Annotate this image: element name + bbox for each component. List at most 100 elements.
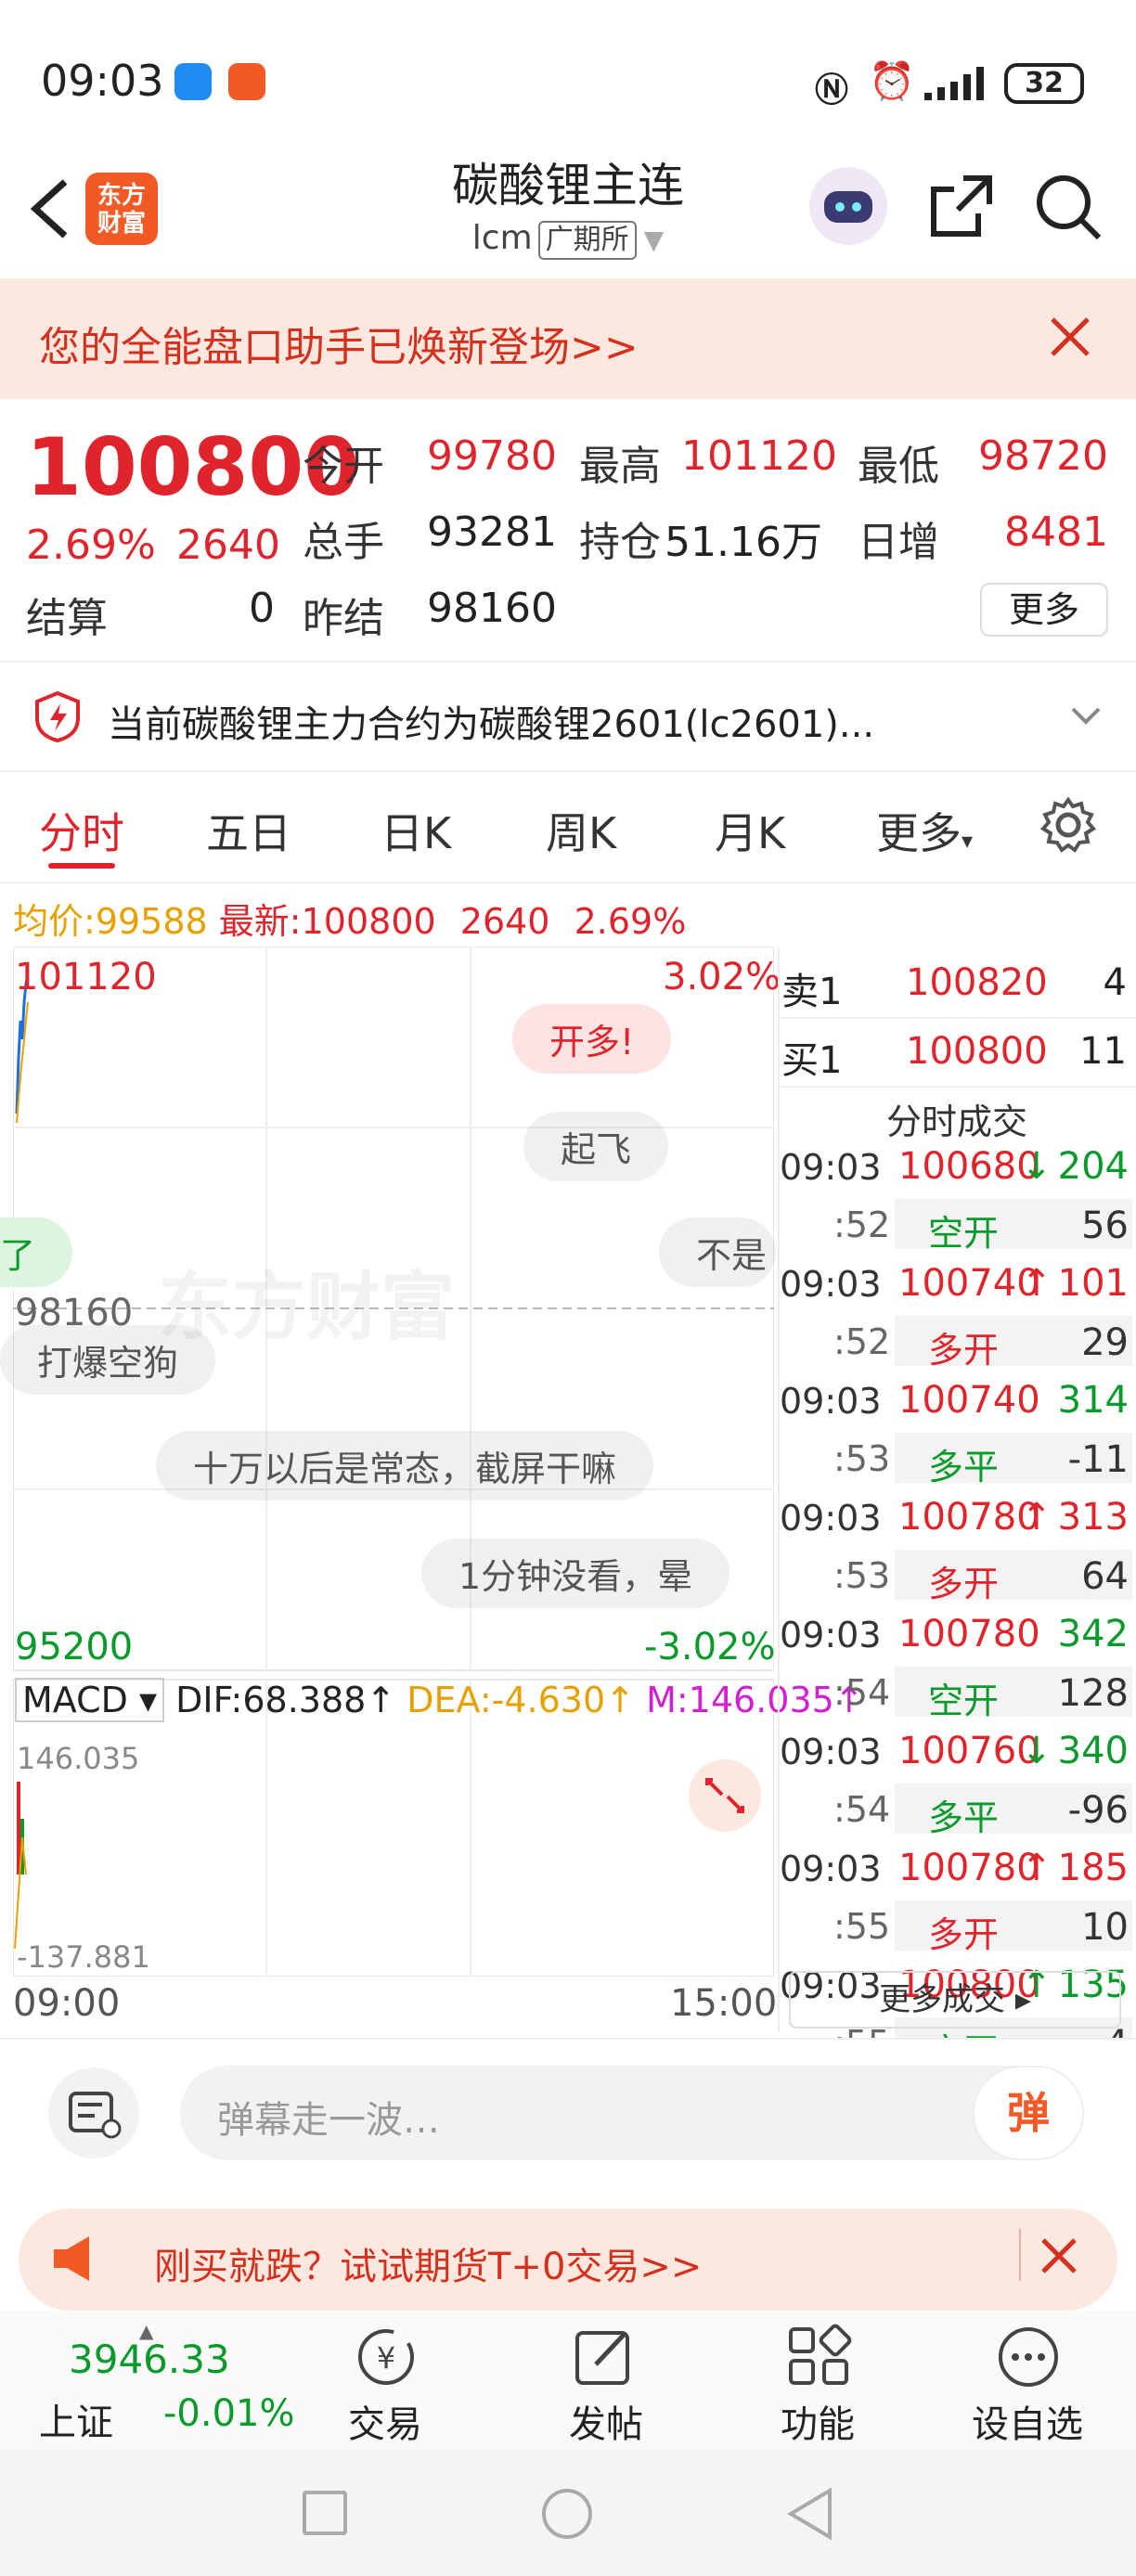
trade-time: 09:03 xyxy=(780,1381,882,1422)
oi-value: 51.16万 xyxy=(665,519,822,566)
macd-selector[interactable]: MACD ▾ xyxy=(15,1678,165,1722)
share-button[interactable] xyxy=(926,171,997,245)
recent-apps-icon[interactable] xyxy=(303,2491,347,2535)
danmaku-input[interactable]: 弹幕走一波… 弹 xyxy=(180,2066,1084,2160)
trade-type: 多平 xyxy=(928,1447,1000,1488)
divider xyxy=(1019,2229,1021,2281)
low-value: 98720 xyxy=(978,432,1108,480)
post-nav-icon[interactable] xyxy=(572,2324,639,2392)
close-icon xyxy=(1051,317,1090,356)
latest-value: 100800 xyxy=(301,901,436,942)
trade-seconds: :53 xyxy=(833,1438,891,1479)
exchange-badge: 广期所 xyxy=(537,221,637,260)
signal-icon xyxy=(923,65,993,106)
trade-time: 09:03 xyxy=(780,1615,882,1655)
y-axis-bottom-pct: -3.02% xyxy=(644,1626,776,1668)
trade-type: 多平 xyxy=(928,1797,1000,1838)
status-time: 09:03 xyxy=(41,56,164,106)
trade-volume: 314 xyxy=(1057,1379,1129,1422)
danmaku-toggle-button[interactable] xyxy=(48,2067,139,2158)
macd-legend[interactable]: MACD ▾ DIF:68.388↑ DEA:-4.630↑ M:146.035… xyxy=(15,1678,864,1722)
more-quote-button[interactable]: 更多 xyxy=(980,583,1108,637)
oi-label: 持仓 xyxy=(579,519,661,566)
danmaku-bubble: 不是 xyxy=(659,1217,777,1287)
index-value[interactable]: 3946.33 xyxy=(69,2337,230,2382)
latest-pct: 2.69% xyxy=(574,901,687,942)
trades-title: 分时成交 xyxy=(885,1101,1027,1142)
home-icon[interactable] xyxy=(542,2489,592,2539)
settle-label: 结算 xyxy=(26,595,108,642)
ad-close-button[interactable] xyxy=(1039,2236,1078,2279)
dropdown-icon: ▼ xyxy=(643,225,665,255)
main-contract-notice[interactable]: 当前碳酸锂主力合约为碳酸锂2601(lc2601)... xyxy=(108,694,874,748)
settings-button[interactable] xyxy=(1039,796,1097,857)
trade-time: 09:03 xyxy=(780,1732,882,1772)
trade-seconds: :55 xyxy=(833,1906,891,1947)
trade-seconds: :53 xyxy=(833,1555,891,1596)
daily-inc-label: 日增 xyxy=(858,519,939,566)
battery-indicator: 32 xyxy=(1004,63,1084,104)
trade-price: 100740 xyxy=(898,1262,1040,1305)
ask-price: 100820 xyxy=(906,961,1048,1004)
trade-volume: 204 xyxy=(1057,1145,1129,1188)
nfc-icon: Ⓝ xyxy=(815,71,849,109)
volume-value: 93281 xyxy=(427,509,557,556)
chevron-down-icon[interactable] xyxy=(1069,702,1103,733)
more-trades-button[interactable]: 更多成交 ▸ xyxy=(789,1971,1121,2029)
macd-bottom: -137.881 xyxy=(17,1939,150,1975)
tab-monthly-k[interactable]: 月K xyxy=(715,800,785,861)
nav-add-watchlist[interactable]: 设自选 xyxy=(958,2394,1097,2448)
nav-post[interactable]: 发帖 xyxy=(536,2394,676,2448)
send-app-icon xyxy=(228,63,265,100)
ask-volume: 4 xyxy=(1103,961,1127,1004)
macd-dea: DEA:-4.630 xyxy=(407,1680,606,1720)
trade-volume: 185 xyxy=(1057,1847,1129,1889)
bid-label: 买1 xyxy=(781,1039,843,1082)
share-icon xyxy=(931,175,992,237)
up-arrow-icon: ↑ xyxy=(605,1680,635,1720)
divider xyxy=(778,1017,1136,1019)
functions-nav-icon[interactable] xyxy=(785,2324,852,2392)
back-nav-icon[interactable] xyxy=(785,2487,835,2544)
index-change[interactable]: -0.01% xyxy=(163,2392,295,2435)
avg-value: 99588 xyxy=(95,901,208,942)
prev-settle-value: 98160 xyxy=(427,585,557,632)
trade-price: 100780 xyxy=(898,1613,1040,1655)
avg-label: 均价: xyxy=(13,901,96,942)
nav-trade[interactable]: 交易 xyxy=(316,2394,455,2448)
gear-icon xyxy=(1039,796,1097,853)
danmaku-placeholder: 弹幕走一波… xyxy=(217,2099,440,2142)
tab-weekly-k[interactable]: 周K xyxy=(546,800,616,861)
trade-seconds: :52 xyxy=(833,1204,891,1245)
banner-close-button[interactable] xyxy=(1049,316,1091,362)
divider xyxy=(0,882,1136,883)
low-label: 最低 xyxy=(858,443,939,490)
trade-oi-change: -96 xyxy=(1067,1789,1129,1832)
danmaku-bubble: 了 xyxy=(0,1217,73,1287)
search-icon xyxy=(1037,175,1102,240)
danmaku-bubble: 打爆空狗 xyxy=(0,1325,216,1395)
expand-button[interactable] xyxy=(689,1759,761,1832)
danmaku-settings-icon xyxy=(69,2092,122,2139)
tab-daily-k[interactable]: 日K xyxy=(381,800,451,861)
y-axis-top-pct: 3.02% xyxy=(663,956,781,998)
trade-nav-icon[interactable]: ¥ xyxy=(353,2324,420,2392)
send-danmaku-button[interactable]: 弹 xyxy=(973,2066,1084,2160)
tab-intraday[interactable]: 分时 xyxy=(39,800,124,861)
trade-type: 多开 xyxy=(928,1564,1000,1604)
index-name[interactable]: 上证 xyxy=(39,2392,113,2446)
danmaku-bubble: 起飞 xyxy=(523,1112,669,1181)
high-label: 最高 xyxy=(579,443,661,490)
megaphone-icon xyxy=(48,2231,100,2290)
search-button[interactable] xyxy=(1032,171,1103,245)
tab-more[interactable]: 更多▾ xyxy=(876,800,973,861)
tab-5day[interactable]: 五日 xyxy=(206,800,291,861)
contract-code: lcm xyxy=(471,219,533,257)
trade-oi-change: 64 xyxy=(1081,1555,1129,1598)
trade-price: 100680 xyxy=(898,1145,1040,1188)
watchlist-nav-icon[interactable] xyxy=(995,2324,1062,2392)
trade-type: 空开 xyxy=(928,1213,1000,1254)
open-label: 今开 xyxy=(303,443,384,490)
ai-assistant-avatar[interactable] xyxy=(809,167,887,245)
nav-functions[interactable]: 功能 xyxy=(748,2394,887,2448)
